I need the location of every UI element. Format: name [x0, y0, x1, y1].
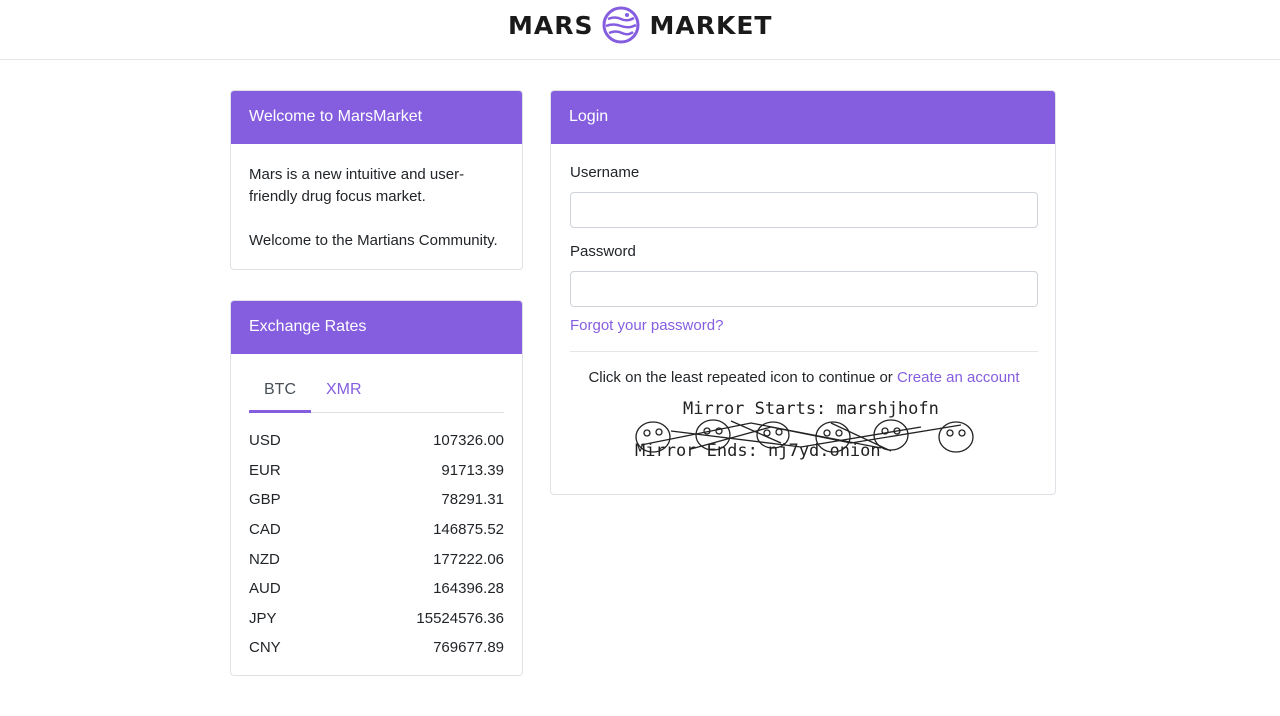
top-bar: MARS MARKET — [0, 0, 1280, 60]
forgot-password-link[interactable]: Forgot your password? — [570, 317, 723, 334]
rate-row-cny: CNY 769677.89 — [249, 633, 504, 663]
mirror-start-text: Mirror Starts: marshjhofn — [683, 399, 939, 419]
logo-text-right: MARKET — [649, 10, 773, 40]
mirror-end-text: Mirror Ends: nj7yd.onion — [635, 441, 881, 461]
rate-row-usd: USD 107326.00 — [249, 426, 504, 456]
captcha-instructions: Click on the least repeated icon to cont… — [551, 369, 1055, 386]
welcome-card: Welcome to MarsMarket Mars is a new intu… — [230, 90, 523, 270]
rate-row-jpy: JPY 15524576.36 — [249, 604, 504, 634]
login-card: Login Username Password Forgot your pass… — [550, 90, 1056, 495]
rate-value: 164396.28 — [433, 580, 504, 598]
planet-icon — [602, 6, 640, 44]
tab-btc[interactable]: BTC — [249, 373, 311, 413]
welcome-card-title: Welcome to MarsMarket — [231, 91, 522, 144]
rate-currency: USD — [249, 432, 281, 450]
rate-row-eur: EUR 91713.39 — [249, 456, 504, 486]
password-input[interactable] — [570, 271, 1038, 307]
rate-row-gbp: GBP 78291.31 — [249, 485, 504, 515]
rate-currency: JPY — [249, 609, 277, 627]
username-input[interactable] — [570, 192, 1038, 228]
rate-value: 769677.89 — [433, 639, 504, 657]
password-label: Password — [570, 243, 636, 260]
currency-tabs: BTC XMR — [249, 373, 504, 413]
site-logo[interactable]: MARS MARKET — [508, 4, 772, 46]
username-label: Username — [570, 164, 640, 181]
rate-currency: CNY — [249, 639, 281, 657]
rates-list: USD 107326.00 EUR 91713.39 GBP 78291.31 CAD… — [249, 426, 504, 663]
exchange-rates-card: Exchange Rates BTC XMR USD 107326.00 EUR 9… — [230, 300, 523, 676]
divider — [570, 351, 1038, 352]
welcome-community: Welcome to the Martians Community. — [249, 232, 498, 249]
rate-value: 91713.39 — [441, 461, 504, 479]
rate-value: 177222.06 — [433, 550, 504, 568]
rate-value: 146875.52 — [433, 521, 504, 539]
rate-row-nzd: NZD 177222.06 — [249, 544, 504, 574]
logo-text-left: MARS — [508, 10, 594, 40]
login-card-title: Login — [551, 91, 1055, 144]
rate-currency: CAD — [249, 521, 281, 539]
exchange-rates-title: Exchange Rates — [231, 301, 522, 354]
captcha-image[interactable]: Mirror Starts: marshjhofn Mirror Ends: n… — [631, 399, 981, 473]
rate-value: 15524576.36 — [416, 609, 504, 627]
rate-currency: AUD — [249, 580, 281, 598]
captcha-prompt: Click on the least repeated icon to cont… — [588, 369, 893, 386]
tab-xmr[interactable]: XMR — [311, 373, 377, 413]
rate-currency: EUR — [249, 461, 281, 479]
rate-value: 78291.31 — [441, 491, 504, 509]
rate-row-aud: AUD 164396.28 — [249, 574, 504, 604]
rate-currency: GBP — [249, 491, 281, 509]
rate-currency: NZD — [249, 550, 280, 568]
rate-row-cad: CAD 146875.52 — [249, 515, 504, 545]
create-account-link[interactable]: Create an account — [897, 369, 1020, 386]
welcome-card-body: Mars is a new intuitive and user-friendl… — [231, 144, 522, 252]
rate-value: 107326.00 — [433, 432, 504, 450]
welcome-description: Mars is a new intuitive and user-friendl… — [249, 166, 465, 205]
